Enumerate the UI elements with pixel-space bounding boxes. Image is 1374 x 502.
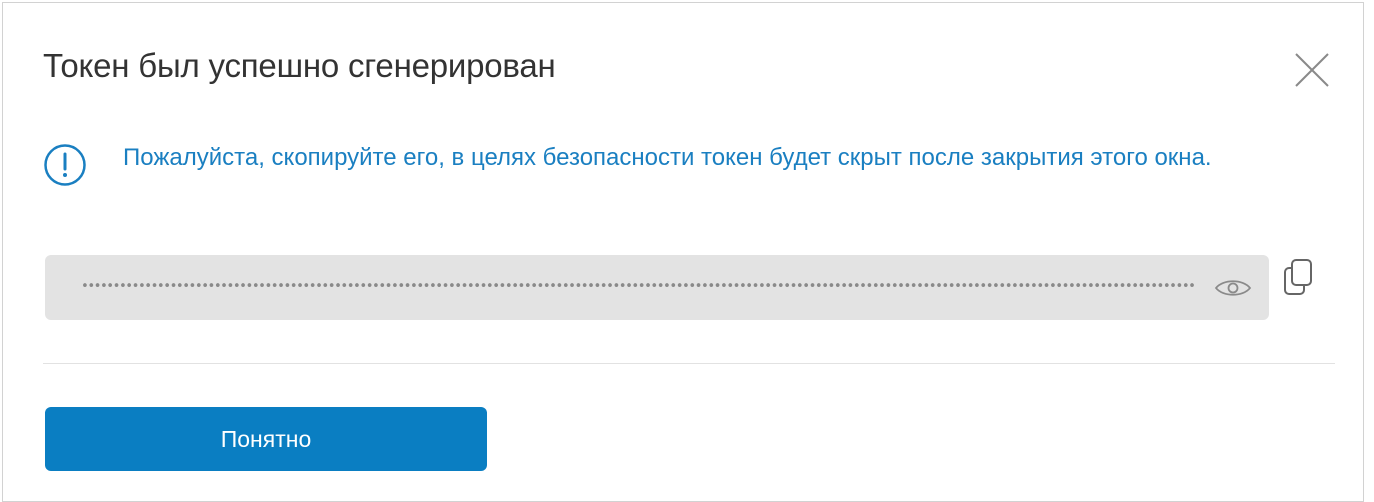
token-dialog: Токен был успешно сгенерирован Пожалуйст…	[2, 2, 1364, 502]
close-icon	[1295, 53, 1329, 87]
confirm-button[interactable]: Понятно	[45, 407, 487, 471]
copy-icon	[1284, 259, 1312, 295]
alert-message: Пожалуйста, скопируйте его, в целях безо…	[123, 144, 1212, 171]
close-button[interactable]	[1293, 51, 1331, 89]
divider	[43, 363, 1335, 364]
show-token-button[interactable]	[1213, 275, 1253, 301]
token-field[interactable]: ••••••••••••••••••••••••••••••••••••••••…	[45, 255, 1269, 320]
warning-circle-icon	[44, 144, 86, 186]
dialog-title: Токен был успешно сгенерирован	[43, 47, 556, 84]
token-masked-value[interactable]: ••••••••••••••••••••••••••••••••••••••••…	[81, 275, 1195, 299]
copy-token-button[interactable]	[1281, 257, 1315, 297]
eye-icon	[1214, 280, 1252, 296]
